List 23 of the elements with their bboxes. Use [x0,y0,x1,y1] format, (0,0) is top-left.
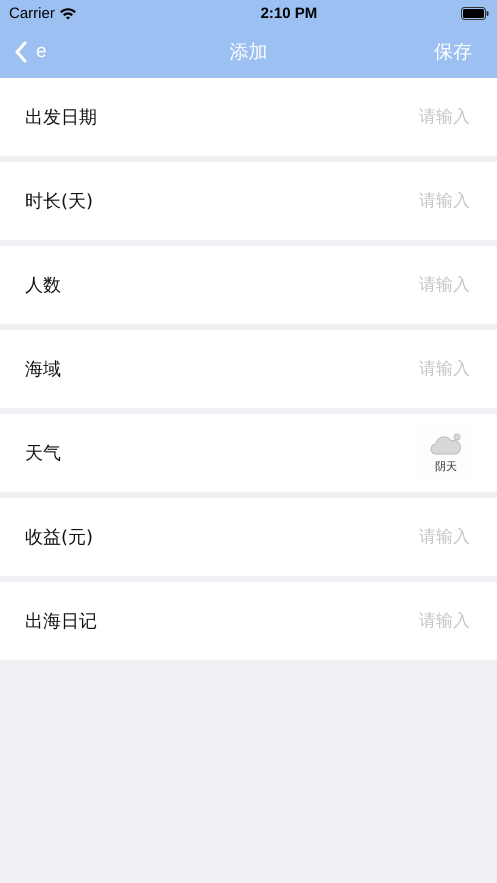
field-label: 人数 [25,274,61,297]
chevron-left-icon [14,41,28,63]
save-button[interactable]: 保存 [434,39,472,65]
field-label: 出发日期 [25,106,97,129]
input-field[interactable]: 请输入 [312,358,472,380]
carrier-name: Carrier [9,4,55,22]
field-label: 收益(元) [25,526,94,549]
input-field[interactable]: 请输入 [312,610,472,632]
page-title: 添加 [230,40,268,65]
field-label: 天气 [25,442,61,465]
back-button[interactable]: e [14,41,47,63]
wifi-icon [58,6,77,20]
input-field[interactable]: 请输入 [312,274,472,296]
field-label: 出海日记 [25,610,97,633]
input-field[interactable]: 请输入 [312,190,472,212]
battery-icon [460,6,489,20]
input-field[interactable]: 请输入 [312,526,472,548]
status-time: 2:10 PM [260,4,318,22]
cloud-icon [429,432,463,456]
back-label: e [36,41,47,63]
input-field[interactable]: 请输入 [312,106,472,128]
field-label: 时长(天) [25,190,94,213]
field-label: 海域 [25,358,61,381]
